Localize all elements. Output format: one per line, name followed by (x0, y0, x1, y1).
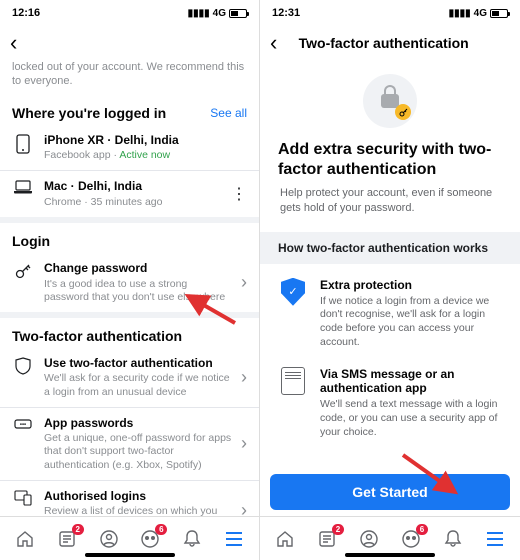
change-password-row[interactable]: Change password It's a good idea to use … (0, 253, 259, 312)
get-started-button[interactable]: Get Started (270, 474, 510, 510)
back-button[interactable]: ‹ (10, 30, 17, 56)
security-settings-screen: 12:16 ▮▮▮▮ 4G ‹ locked out of your accou… (0, 0, 260, 560)
hero: Add extra security with two-factor authe… (260, 60, 520, 220)
app-passwords-row[interactable]: ••• App passwords Get a unique, one-off … (0, 407, 259, 480)
network-label: 4G (474, 8, 487, 19)
status-right: ▮▮▮▮ 4G (449, 8, 508, 19)
shield-icon (12, 357, 34, 375)
truncated-prev-text: locked out of your account. We recommend… (0, 60, 259, 95)
lock-illustration (363, 74, 417, 128)
status-right: ▮▮▮▮ 4G (188, 8, 247, 19)
tab-feed[interactable]: 2 (316, 528, 338, 550)
chevron-right-icon: › (241, 367, 247, 388)
battery-icon (490, 9, 508, 18)
laptop-icon (12, 180, 34, 194)
session-row-mac[interactable]: Mac · Delhi, India Chrome · 35 minutes a… (0, 170, 259, 217)
badge: 6 (416, 524, 428, 535)
feature-extra-protection: ✓ Extra protection If we notice a login … (260, 264, 520, 354)
home-indicator (85, 553, 175, 557)
status-time: 12:16 (12, 7, 40, 19)
battery-icon (229, 9, 247, 18)
home-indicator (345, 553, 435, 557)
feature-sms-app: Via SMS message or an authentication app… (260, 353, 520, 443)
nav-title: Two-factor authentication (260, 35, 510, 51)
key-icon (12, 262, 34, 280)
session-title: iPhone XR · Delhi, India (44, 133, 247, 149)
login-header: Login (0, 223, 259, 253)
authorised-logins-row[interactable]: Authorised logins Review a list of devic… (0, 480, 259, 516)
badge: 6 (155, 524, 167, 535)
tab-groups[interactable]: 6 (139, 528, 161, 550)
status-time: 12:31 (272, 7, 300, 19)
status-bar: 12:31 ▮▮▮▮ 4G (260, 0, 520, 26)
use-tfa-row[interactable]: Use two-factor authentication We'll ask … (0, 348, 259, 407)
tab-profile[interactable] (358, 528, 380, 550)
tab-home[interactable] (274, 528, 296, 550)
tab-home[interactable] (14, 528, 36, 550)
shield-icon: ✓ (278, 278, 308, 350)
tab-groups[interactable]: 6 (400, 528, 422, 550)
badge: 2 (72, 524, 84, 535)
status-bar: 12:16 ▮▮▮▮ 4G (0, 0, 259, 26)
network-label: 4G (213, 8, 226, 19)
tab-feed[interactable]: 2 (56, 528, 78, 550)
content-scroll[interactable]: locked out of your account. We recommend… (0, 60, 259, 516)
hero-title: Add extra security with two-factor authe… (278, 140, 502, 180)
session-row-iphone[interactable]: iPhone XR · Delhi, India Facebook app · … (0, 125, 259, 171)
session-sub: Facebook app · Active now (44, 149, 247, 162)
chevron-right-icon: › (241, 433, 247, 454)
tab-profile[interactable] (98, 528, 120, 550)
nav-bar: ‹ (0, 26, 259, 60)
chevron-right-icon: › (241, 272, 247, 293)
phone-icon (12, 134, 34, 154)
tfa-intro-screen: 12:31 ▮▮▮▮ 4G ‹ Two-factor authenticatio… (260, 0, 520, 560)
signal-icon: ▮▮▮▮ (449, 8, 471, 19)
password-icon: ••• (12, 417, 34, 431)
sessions-header: Where you're logged in See all (0, 95, 259, 125)
nav-bar: ‹ Two-factor authentication (260, 26, 520, 60)
tab-menu[interactable] (484, 528, 506, 550)
content: Add extra security with two-factor authe… (260, 60, 520, 516)
chevron-right-icon: › (241, 500, 247, 516)
session-sub: Chrome · 35 minutes ago (44, 196, 225, 209)
how-it-works-header: How two-factor authentication works (260, 232, 520, 264)
sms-icon (278, 367, 308, 439)
tfa-header: Two-factor authentication (0, 318, 259, 348)
key-icon (395, 104, 411, 120)
see-all-link[interactable]: See all (210, 106, 247, 120)
tab-menu[interactable] (223, 528, 245, 550)
devices-icon (12, 490, 34, 506)
more-icon[interactable]: ⋮ (231, 184, 247, 204)
badge: 2 (332, 524, 344, 535)
hero-subtitle: Help protect your account, even if someo… (278, 186, 502, 216)
session-title: Mac · Delhi, India (44, 179, 225, 195)
tab-notifications[interactable] (442, 528, 464, 550)
svg-text:•••: ••• (20, 422, 26, 428)
signal-icon: ▮▮▮▮ (188, 8, 210, 19)
tab-notifications[interactable] (181, 528, 203, 550)
sessions-title: Where you're logged in (12, 105, 166, 121)
